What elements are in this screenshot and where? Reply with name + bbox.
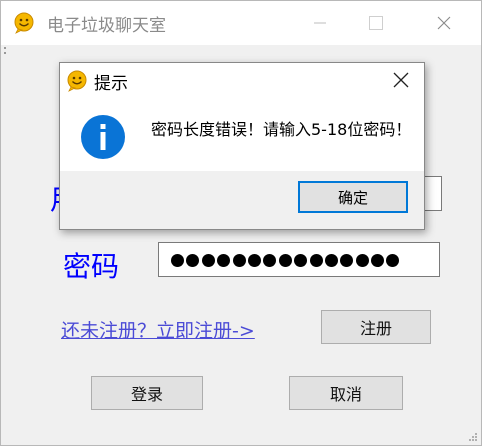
maximize-icon bbox=[369, 16, 383, 30]
password-mask-dot bbox=[201, 254, 215, 267]
password-mask-dot bbox=[247, 254, 261, 267]
password-mask-dot bbox=[386, 254, 400, 267]
close-icon bbox=[437, 16, 451, 30]
dialog-footer: 确定 bbox=[60, 171, 424, 229]
close-icon bbox=[393, 72, 409, 88]
password-mask-dot bbox=[186, 254, 200, 267]
password-mask-dot bbox=[232, 254, 246, 267]
register-link[interactable]: 还未注册？立即注册-> bbox=[61, 316, 255, 343]
password-mask-dot bbox=[278, 254, 292, 267]
password-mask-dot bbox=[371, 254, 385, 267]
resize-grip-icon[interactable] bbox=[468, 432, 478, 442]
password-mask-dot bbox=[324, 254, 338, 267]
minimize-icon bbox=[314, 22, 326, 24]
cancel-button[interactable]: 取消 bbox=[289, 376, 403, 410]
title-bar[interactable]: 电子垃圾聊天室 bbox=[1, 1, 481, 45]
window-title: 电子垃圾聊天室 bbox=[47, 16, 166, 36]
password-label: 密码 bbox=[63, 250, 120, 283]
info-icon bbox=[81, 115, 125, 159]
login-button[interactable]: 登录 bbox=[91, 376, 203, 410]
minimize-button[interactable] bbox=[297, 1, 343, 45]
dialog-close-button[interactable] bbox=[386, 67, 416, 93]
resize-dots-icon bbox=[4, 47, 6, 54]
register-button[interactable]: 注册 bbox=[321, 310, 431, 344]
password-mask-dot bbox=[263, 254, 277, 267]
ok-button[interactable]: 确定 bbox=[298, 181, 408, 213]
smiley-chat-icon bbox=[14, 12, 34, 34]
smiley-chat-icon bbox=[67, 70, 87, 92]
password-mask-dot bbox=[340, 254, 354, 267]
password-mask-dot bbox=[217, 254, 231, 267]
dialog-message: 密码长度错误！请输入5-18位密码！ bbox=[151, 120, 412, 139]
window-close-button[interactable] bbox=[421, 1, 467, 45]
password-mask bbox=[171, 243, 400, 278]
dialog-title: 提示 bbox=[94, 74, 128, 94]
maximize-button[interactable] bbox=[353, 1, 399, 45]
password-mask-dot bbox=[309, 254, 323, 267]
message-dialog: 提示 密码长度错误！请输入5-18位密码！ 确定 bbox=[59, 62, 425, 230]
password-mask-dot bbox=[355, 254, 369, 267]
password-mask-dot bbox=[294, 254, 308, 267]
password-mask-dot bbox=[171, 254, 184, 267]
password-input[interactable] bbox=[158, 242, 440, 277]
